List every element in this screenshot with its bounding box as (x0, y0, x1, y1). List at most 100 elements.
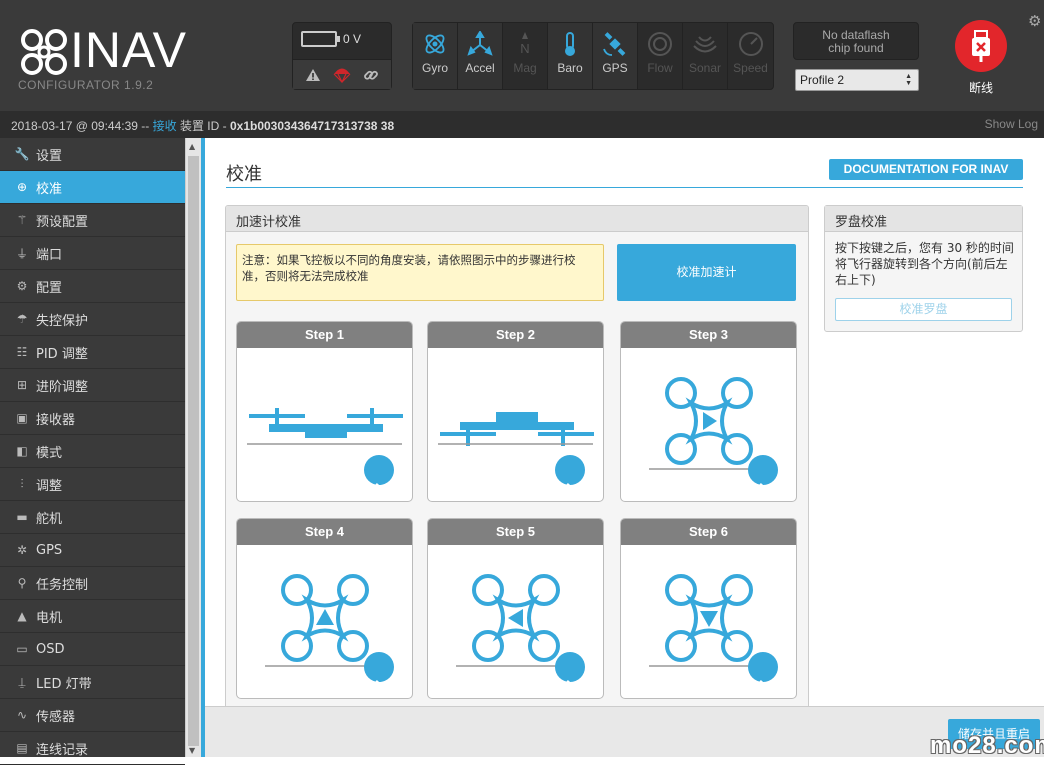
gps-icon (603, 32, 626, 56)
accel-icon (467, 31, 493, 56)
device-id: 0x1b003034364717313738 38 (229, 119, 395, 133)
battery-panel: 0 V (292, 22, 392, 90)
main-content: 校准 DOCUMENTATION FOR INAV 加速计校准 注意：如果飞控板… (205, 138, 1044, 757)
sidebar-item-setup[interactable]: 🔧 设置 (0, 138, 185, 171)
sidebar-item-gps[interactable]: ✲ GPS (0, 534, 185, 567)
map-marker-icon: ⚲ (17, 576, 27, 590)
scroll-thumb[interactable] (188, 156, 199, 746)
flow-icon (648, 32, 672, 56)
voltage-readout: 0 V (343, 32, 362, 46)
svg-text:N: N (520, 41, 529, 56)
sidebar-item-receiver[interactable]: ▣ 接收器 (0, 402, 185, 435)
crosshair-icon: ⊕ (16, 180, 28, 194)
watermark-logo: mo28.com (930, 732, 1044, 759)
select-arrows-icon: ▲ ▼ (905, 73, 912, 87)
sidebar-scrollbar[interactable]: ▲ ▼ (185, 138, 201, 757)
check-icon (555, 652, 585, 693)
motor-icon: ▲ (17, 609, 27, 623)
check-icon (555, 455, 585, 496)
sensor-mag: N Mag (503, 23, 548, 89)
sidebar-item-sensors[interactable]: ∿ 传感器 (0, 699, 185, 732)
sidebar-item-presets[interactable]: ⚚ 预设配置 (0, 204, 185, 237)
sensor-flow: Flow (638, 23, 683, 89)
sidebar-item-advanced-tuning[interactable]: ⊞ 进阶调整 (0, 369, 185, 402)
failsafe-parachute-icon (333, 68, 351, 83)
sidebar-item-osd[interactable]: ▭ OSD (0, 633, 185, 666)
compass-panel-title: 罗盘校准 (825, 206, 1022, 232)
sensor-gps: GPS (593, 23, 638, 89)
satellite-icon: ✲ (16, 543, 28, 557)
sensor-accel: Accel (458, 23, 503, 89)
check-icon (748, 652, 778, 693)
sidebar-item-configuration[interactable]: ⚙ 配置 (0, 270, 185, 303)
app-name: INAV (70, 22, 187, 78)
sensor-speed: Speed (728, 23, 773, 89)
sonar-icon (693, 36, 717, 53)
scroll-up-icon[interactable]: ▲ (189, 142, 195, 151)
osd-icon: ▭ (16, 642, 28, 656)
sidebar-item-ports[interactable]: ⏚ 端口 (0, 237, 185, 270)
toggle-icon: ◧ (16, 444, 28, 458)
documentation-button[interactable]: DOCUMENTATION FOR INAV (829, 159, 1023, 180)
scroll-down-icon[interactable]: ▼ (189, 746, 195, 755)
wrench-icon: 🔧 (14, 147, 30, 161)
compass-calibration-panel: 罗盘校准 按下按键之后，您有 30 秒的时间将飞行器旋转到各个方向(前后左右上下… (824, 205, 1023, 332)
calibrate-compass-button[interactable]: 校准罗盘 (835, 298, 1012, 321)
title-divider (226, 187, 1023, 188)
calibration-step-4: Step 4 (236, 518, 413, 699)
content-footer: 储存并且重启 (205, 706, 1044, 757)
gear-icon: ⚙ (16, 279, 28, 293)
sensor-baro: Baro (548, 23, 593, 89)
check-icon (364, 455, 394, 496)
sensor-status-bar: Gyro Accel N Mag Baro GPS Flow Sonar Spe (412, 22, 774, 90)
top-header: INAV CONFIGURATOR 1.9.2 0 V Gyro Accel N… (0, 0, 1044, 111)
device-id-label: 装置 ID - (176, 119, 230, 133)
servo-icon: ▬ (16, 510, 28, 524)
show-log-link[interactable]: Show Log (985, 117, 1038, 131)
accel-calibration-panel: 加速计校准 注意：如果飞控板以不同的角度安装，请依照图示中的步骤进行校准，否则将… (225, 205, 809, 757)
sidebar-item-adjustments[interactable]: ⫶ 调整 (0, 468, 185, 501)
sidebar-nav: 🔧 设置 ⊕ 校准 ⚚ 预设配置 ⏚ 端口 ⚙ 配置 ☂ 失控保护 ☷ PID 调整 ⊞ 进阶调… (0, 138, 185, 765)
tune-icon: ⊞ (16, 378, 28, 392)
calibration-step-2: Step 2 (427, 321, 604, 502)
profile-select[interactable]: Profile 2 ▲ ▼ (795, 69, 919, 91)
sidebar-item-pid[interactable]: ☷ PID 调整 (0, 336, 185, 369)
check-icon (748, 455, 778, 496)
sidebar-item-motors[interactable]: ▲ 电机 (0, 600, 185, 633)
app-version: CONFIGURATOR 1.9.2 (18, 78, 154, 92)
link-icon (364, 70, 378, 80)
inav-logo: INAV CONFIGURATOR 1.9.2 (18, 24, 188, 94)
led-icon: ⍊ (18, 674, 26, 689)
status-received: 接收 (152, 119, 177, 133)
sidebar-item-failsafe[interactable]: ☂ 失控保护 (0, 303, 185, 336)
sidebar-item-servos[interactable]: ▬ 舵机 (0, 501, 185, 534)
sidebar-item-led-strip[interactable]: ⍊ LED 灯带 (0, 666, 185, 699)
calibration-step-1: Step 1 (236, 321, 413, 502)
calibrate-accel-button[interactable]: 校准加速计 (617, 244, 796, 301)
usb-disconnect-icon (972, 30, 990, 62)
check-icon (364, 652, 394, 693)
sidebar-item-calibration[interactable]: ⊕ 校准 (0, 171, 185, 204)
status-timestamp: 2018-03-17 @ 09:44:39 -- (11, 119, 153, 133)
calibration-step-3: Step 3 (620, 321, 797, 502)
sidebar-item-mission-control[interactable]: ⚲ 任务控制 (0, 567, 185, 600)
settings-gear-icon[interactable]: ⚙ (1028, 12, 1041, 30)
calibration-step-5: Step 5 (427, 518, 604, 699)
dataflash-status: No dataflash chip found (793, 22, 919, 60)
quad-logo-icon (21, 29, 67, 75)
pulse-icon: ∿ (16, 708, 28, 722)
warning-icon (306, 68, 320, 81)
gyro-icon (425, 34, 445, 54)
sidebar-item-logging[interactable]: ▤ 连线记录 (0, 732, 185, 765)
baro-icon (565, 32, 575, 56)
compass-instructions: 按下按键之后，您有 30 秒的时间将飞行器旋转到各个方向(前后左右上下) (835, 241, 1014, 287)
sliders-icon: ⫶ (20, 476, 24, 491)
status-bar: 2018-03-17 @ 09:44:39 -- 接收 装置 ID - 0x1b… (0, 111, 1044, 138)
accel-note: 注意：如果飞控板以不同的角度安装，请依照图示中的步骤进行校准，否则将无法完成校准 (236, 244, 604, 301)
speed-icon (738, 32, 763, 56)
sensor-gyro: Gyro (413, 23, 458, 89)
sidebar-item-modes[interactable]: ◧ 模式 (0, 435, 185, 468)
disconnect-button[interactable] (955, 20, 1007, 72)
accel-panel-title: 加速计校准 (226, 206, 808, 232)
log-icon: ▤ (16, 741, 28, 755)
